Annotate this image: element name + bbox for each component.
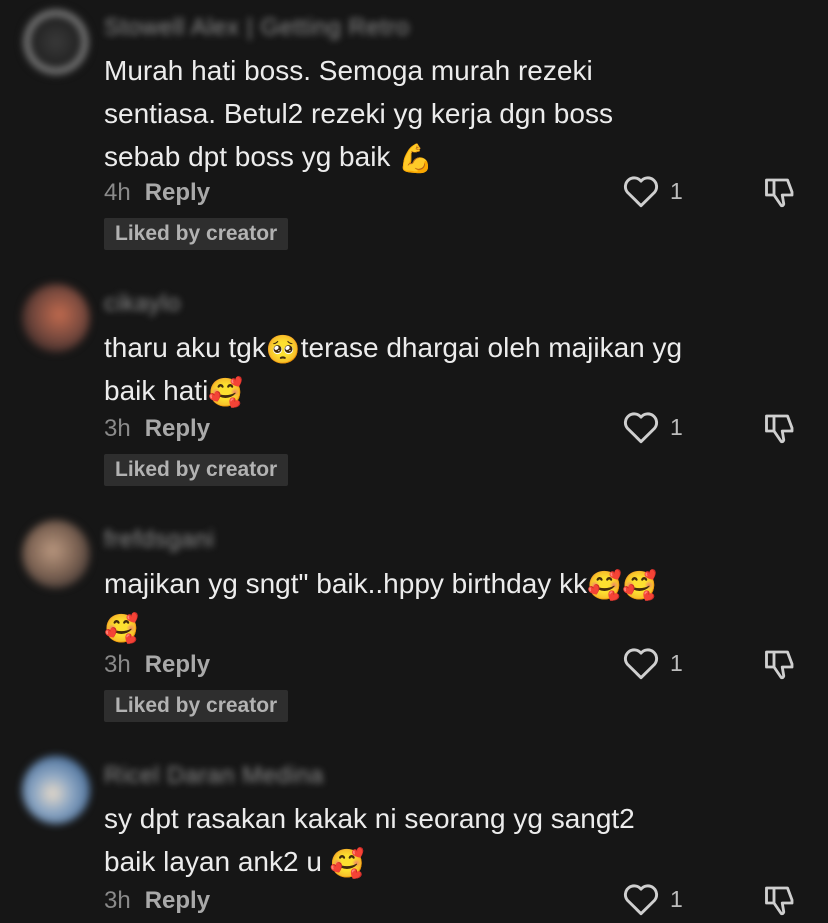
- comment-text-line: baik layan ank2 u: [104, 846, 322, 877]
- comment-meta: 3h Reply: [104, 651, 210, 679]
- comment-text-line: baik hati: [104, 375, 209, 406]
- comment-timestamp: 3h: [104, 651, 131, 678]
- avatar[interactable]: [22, 8, 90, 76]
- reply-button[interactable]: Reply: [145, 179, 210, 206]
- comment-text: Murah hati boss. Semoga murah rezeki sen…: [104, 49, 744, 178]
- avatar[interactable]: [22, 520, 90, 588]
- dislike-button[interactable]: [762, 882, 798, 923]
- dislike-button[interactable]: [762, 646, 798, 687]
- smiling-face-with-hearts-emoji: 🥰: [104, 612, 139, 644]
- like-button[interactable]: 1: [622, 882, 683, 916]
- heart-outline-icon: [623, 884, 659, 916]
- avatar[interactable]: [22, 284, 90, 352]
- comment-text-line: terase dhargai oleh majikan yg: [300, 332, 683, 363]
- comment-timestamp: 4h: [104, 179, 131, 206]
- like-count: 1: [670, 177, 683, 204]
- thumbs-down-outline-icon: [765, 414, 794, 444]
- comment-text: majikan yg sngt" baik..hppy birthday kk🥰…: [104, 562, 744, 648]
- like-count: 1: [670, 413, 683, 440]
- comment-meta: 4h Reply: [104, 179, 210, 207]
- thumbs-down-outline-icon: [765, 886, 794, 916]
- smiling-face-with-hearts-emoji: 🥰: [329, 847, 365, 879]
- reply-button[interactable]: Reply: [145, 415, 210, 442]
- comment-text-line: tharu aku tgk: [104, 332, 266, 363]
- like-button[interactable]: 1: [622, 646, 683, 680]
- liked-by-creator-badge: Liked by creator: [104, 218, 289, 250]
- comment-text-line: sebab dpt boss yg baik: [104, 141, 391, 172]
- liked-by-creator-badge: Liked by creator: [104, 690, 289, 722]
- comment-text-line: sy dpt rasakan kakak ni seorang yg sangt…: [104, 803, 635, 834]
- like-count: 1: [670, 885, 683, 912]
- liked-by-creator-badge: Liked by creator: [104, 454, 289, 486]
- smiling-face-with-hearts-emoji: 🥰: [208, 376, 244, 408]
- comment-text-line: sentiasa. Betul2 rezeki yg kerja dgn bos…: [104, 98, 613, 129]
- comment-text: sy dpt rasakan kakak ni seorang yg sangt…: [104, 797, 744, 883]
- comment-username[interactable]: frefdsgani: [104, 526, 214, 554]
- comment-username[interactable]: Ricel Daran Medina: [104, 762, 324, 790]
- pleading-face-emoji: 🥺: [265, 333, 301, 365]
- comment-text-line: majikan yg sngt" baik..hppy birthday kk: [104, 568, 588, 599]
- avatar[interactable]: [22, 756, 90, 824]
- dislike-button[interactable]: [762, 410, 798, 451]
- comment-meta: 3h Reply: [104, 887, 210, 915]
- comment-username[interactable]: cikaylo: [104, 290, 181, 318]
- like-button[interactable]: 1: [622, 174, 683, 208]
- heart-outline-icon: [623, 412, 659, 444]
- reply-button[interactable]: Reply: [145, 651, 210, 678]
- comment-username[interactable]: Stowell Alex | Getting Retro: [104, 14, 410, 42]
- dislike-button[interactable]: [762, 174, 798, 215]
- like-button[interactable]: 1: [622, 410, 683, 444]
- smiling-face-with-hearts-emoji: 🥰: [587, 569, 622, 601]
- thumbs-down-outline-icon: [765, 178, 794, 208]
- smiling-face-with-hearts-emoji: 🥰: [621, 569, 657, 601]
- heart-outline-icon: [623, 648, 659, 680]
- comment-text: tharu aku tgk🥺terase dhargai oleh majika…: [104, 326, 744, 412]
- heart-outline-icon: [623, 176, 659, 208]
- comment-text-line: Murah hati boss. Semoga murah rezeki: [104, 55, 593, 86]
- comment-timestamp: 3h: [104, 887, 131, 914]
- like-count: 1: [670, 649, 683, 676]
- reply-button[interactable]: Reply: [145, 887, 210, 914]
- comment-timestamp: 3h: [104, 415, 131, 442]
- thumbs-down-outline-icon: [765, 650, 794, 680]
- comment-meta: 3h Reply: [104, 415, 210, 443]
- flexed-biceps-emoji: 💪: [398, 142, 434, 174]
